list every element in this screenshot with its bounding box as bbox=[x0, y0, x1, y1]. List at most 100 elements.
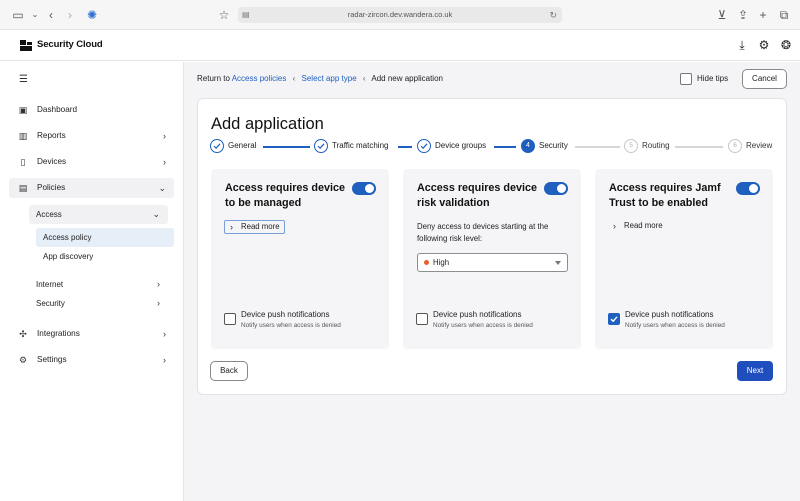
checkmark-icon bbox=[610, 316, 618, 323]
step-connector bbox=[494, 146, 516, 148]
read-more-link[interactable]: › Read more bbox=[608, 220, 667, 234]
chevron-down-icon: ⌄ bbox=[158, 183, 166, 193]
dashboard-icon: ▣ bbox=[18, 105, 28, 115]
push-notifications-label: Device push notifications bbox=[241, 310, 330, 319]
breadcrumb-bar: Return to Access policies ‹ Select app t… bbox=[184, 62, 800, 95]
read-more-link[interactable]: › Read more bbox=[224, 220, 285, 234]
breadcrumb-link-access-policies[interactable]: Access policies bbox=[232, 74, 287, 83]
breadcrumb-current: Add new application bbox=[371, 74, 443, 83]
step-number: 4 bbox=[521, 139, 535, 153]
tabs-overview-icon[interactable]: ⧉ bbox=[776, 7, 792, 23]
sidebar-item-app-discovery[interactable]: App discovery bbox=[36, 247, 174, 266]
sidebar-subitem-security[interactable]: Security › bbox=[29, 294, 168, 313]
sidebar-item-integrations[interactable]: ✣ Integrations › bbox=[9, 324, 174, 344]
step-label: Review bbox=[746, 141, 773, 150]
push-notifications-hint: Notify users when access is denied bbox=[433, 322, 533, 329]
sidebar-item-label: Reports bbox=[37, 131, 66, 140]
chevron-right-icon: › bbox=[157, 279, 160, 289]
policy-card-jamf-trust: Access requires Jamf Trust to be enabled… bbox=[595, 169, 773, 349]
download-icon[interactable]: ⊻ bbox=[714, 7, 730, 23]
cancel-button[interactable]: Cancel bbox=[742, 69, 787, 89]
push-notifications-checkbox[interactable] bbox=[416, 313, 428, 325]
forward-arrow-icon[interactable]: › bbox=[62, 7, 78, 23]
share-icon[interactable]: ⇪ bbox=[735, 7, 751, 23]
chart-icon: ▥ bbox=[18, 131, 28, 141]
step-label: General bbox=[228, 141, 257, 150]
policy-card-title: Access requires Jamf Trust to be enabled bbox=[609, 182, 721, 209]
step-label: Device groups bbox=[435, 141, 487, 150]
page-title: Add application bbox=[211, 115, 324, 133]
chevron-down-icon[interactable]: ⌄ bbox=[27, 7, 43, 23]
gear-icon[interactable]: ⚙ bbox=[757, 38, 771, 52]
step-connector bbox=[675, 146, 723, 148]
sidebar-item-label: Settings bbox=[37, 355, 67, 364]
managed-toggle[interactable] bbox=[352, 182, 376, 195]
sidebar-item-policies[interactable]: ▤ Policies ⌄ bbox=[9, 178, 174, 198]
sidebar-subitem-label: Security bbox=[36, 299, 65, 308]
caret-down-icon bbox=[555, 261, 561, 265]
policy-card-risk: Access requires device risk validation D… bbox=[403, 169, 581, 349]
sidebar-subitem-label: Access bbox=[36, 210, 62, 219]
puzzle-icon: ✣ bbox=[19, 329, 27, 339]
step-connector bbox=[398, 146, 412, 148]
risk-description: Deny access to devices starting at the f… bbox=[417, 222, 549, 243]
policy-card-managed: Access requires device to be managed › R… bbox=[211, 169, 389, 349]
sidebar-item-settings[interactable]: ⚙ Settings › bbox=[9, 350, 174, 370]
sidebar-item-reports[interactable]: ▥ Reports › bbox=[9, 126, 174, 146]
risk-toggle[interactable] bbox=[544, 182, 568, 195]
risk-level-select[interactable]: High bbox=[417, 253, 568, 272]
step-connector bbox=[575, 146, 620, 148]
breadcrumb-link-select-app-type[interactable]: Select app type bbox=[302, 74, 357, 83]
phone-icon: ▯ bbox=[20, 157, 26, 167]
sidebar-item-label: Policies bbox=[37, 183, 66, 192]
chevron-right-icon: › bbox=[230, 222, 233, 232]
step-label: Routing bbox=[642, 141, 670, 150]
logo-icon bbox=[20, 40, 32, 51]
app-header: Security Cloud ⤓ ⚙ ❂ bbox=[0, 30, 800, 61]
step-number: 5 bbox=[624, 139, 638, 153]
sidebar-subitem-internet[interactable]: Internet › bbox=[29, 275, 168, 294]
push-notifications-label: Device push notifications bbox=[625, 310, 714, 319]
sidebar-toggle-icon[interactable]: ▭ bbox=[10, 7, 26, 23]
sidebar-item-access-policy[interactable]: Access policy bbox=[36, 228, 174, 247]
push-notifications-checkbox[interactable] bbox=[608, 313, 620, 325]
sidebar-subitem-access[interactable]: Access ⌄ bbox=[29, 205, 168, 224]
sidebar-item-label: Devices bbox=[37, 157, 67, 166]
back-button[interactable]: Back bbox=[210, 361, 248, 381]
push-notifications-checkbox[interactable] bbox=[224, 313, 236, 325]
back-arrow-icon[interactable]: ‹ bbox=[43, 7, 59, 23]
hide-tips-label: Hide tips bbox=[697, 74, 729, 83]
url-text: radar-zircon.dev.wandera.co.uk bbox=[347, 10, 453, 19]
star-icon[interactable]: ☆ bbox=[216, 7, 232, 23]
policy-card-title: Access requires device to be managed bbox=[225, 182, 346, 209]
url-bar[interactable]: ▤ radar-zircon.dev.wandera.co.uk ↻ bbox=[238, 7, 562, 23]
sidebar-item-label: Dashboard bbox=[37, 105, 78, 114]
menu-icon[interactable]: ☰ bbox=[19, 74, 28, 85]
page-info-icon[interactable]: ▤ bbox=[242, 7, 250, 23]
sidebar-item-devices[interactable]: ▯ Devices › bbox=[9, 152, 174, 172]
new-tab-icon[interactable]: + bbox=[755, 7, 771, 23]
chevron-left-icon: ‹ bbox=[362, 74, 366, 83]
chevron-down-icon: ⌄ bbox=[152, 209, 160, 219]
chevron-right-icon: › bbox=[163, 355, 166, 365]
sidebar-item-dashboard[interactable]: ▣ Dashboard bbox=[9, 100, 174, 120]
app-name: Security Cloud bbox=[37, 39, 103, 50]
step-label: Traffic matching bbox=[332, 141, 389, 150]
sidebar-item-label: Integrations bbox=[37, 329, 80, 338]
hide-tips-checkbox[interactable] bbox=[680, 73, 692, 85]
sidebar: ☰ ▣ Dashboard ▥ Reports › ▯ Devices › ▤ … bbox=[0, 62, 184, 501]
reload-icon[interactable]: ↻ bbox=[549, 7, 557, 23]
chevron-right-icon: › bbox=[157, 298, 160, 308]
push-notifications-hint: Notify users when access is denied bbox=[241, 322, 341, 329]
next-button[interactable]: Next bbox=[737, 361, 773, 381]
help-icon[interactable]: ❂ bbox=[779, 38, 793, 52]
breadcrumb: Return to Access policies ‹ Select app t… bbox=[197, 74, 443, 83]
step-label: Security bbox=[539, 141, 568, 150]
chevron-right-icon: › bbox=[613, 221, 616, 231]
chevron-right-icon: › bbox=[163, 157, 166, 167]
risk-level-dot-icon bbox=[424, 260, 429, 265]
browser-toolbar: ▭ ⌄ ‹ › ✺ ☆ ▤ radar-zircon.dev.wandera.c… bbox=[0, 0, 800, 30]
jamf-trust-toggle[interactable] bbox=[736, 182, 760, 195]
download-icon[interactable]: ⤓ bbox=[735, 38, 749, 52]
chevron-right-icon: › bbox=[163, 329, 166, 339]
